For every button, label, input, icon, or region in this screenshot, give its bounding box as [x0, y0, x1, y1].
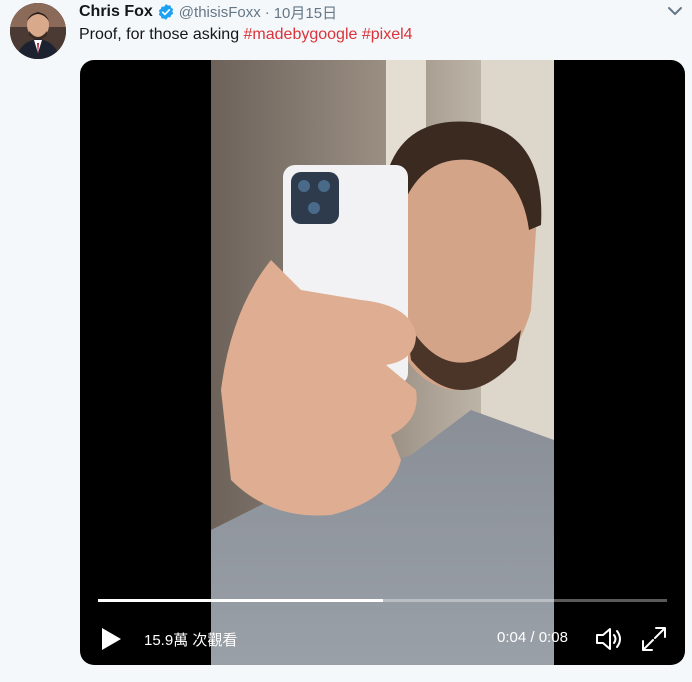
tweet-header: Chris Fox @thisisFoxx · 10月15日 [79, 2, 337, 22]
user-handle[interactable]: @thisisFoxx [179, 4, 261, 21]
duration: 0:08 [538, 629, 568, 646]
video-progress-fill [98, 599, 383, 602]
tweet-card: Chris Fox @thisisFoxx · 10月15日 Proof, fo… [0, 0, 692, 682]
fullscreen-icon[interactable] [640, 625, 668, 653]
video-player[interactable]: 15.9萬 次觀看 0:04 / 0:08 [80, 60, 685, 665]
verified-badge-icon [157, 3, 175, 21]
avatar[interactable] [10, 3, 66, 59]
play-icon[interactable] [98, 626, 124, 652]
view-count: 15.9萬 次觀看 [144, 632, 238, 649]
hashtag-pixel4[interactable]: #pixel4 [362, 26, 413, 43]
tweet-text: Proof, for those asking #madebygoogle #p… [79, 26, 413, 44]
video-progress-bar[interactable] [98, 599, 667, 602]
current-time: 0:04 [497, 629, 527, 646]
tweet-text-plain: Proof, for those asking [79, 26, 244, 43]
display-name[interactable]: Chris Fox [79, 3, 153, 21]
hashtag-madebygoogle[interactable]: #madebygoogle [244, 26, 358, 43]
time-separator: / [526, 629, 539, 646]
video-time: 0:04 / 0:08 [497, 629, 568, 646]
tweet-date[interactable]: 10月15日 [274, 2, 337, 23]
separator-dot: · [264, 3, 270, 21]
video-frame [211, 60, 554, 665]
volume-icon[interactable] [595, 626, 625, 652]
chevron-down-icon[interactable] [666, 4, 684, 18]
